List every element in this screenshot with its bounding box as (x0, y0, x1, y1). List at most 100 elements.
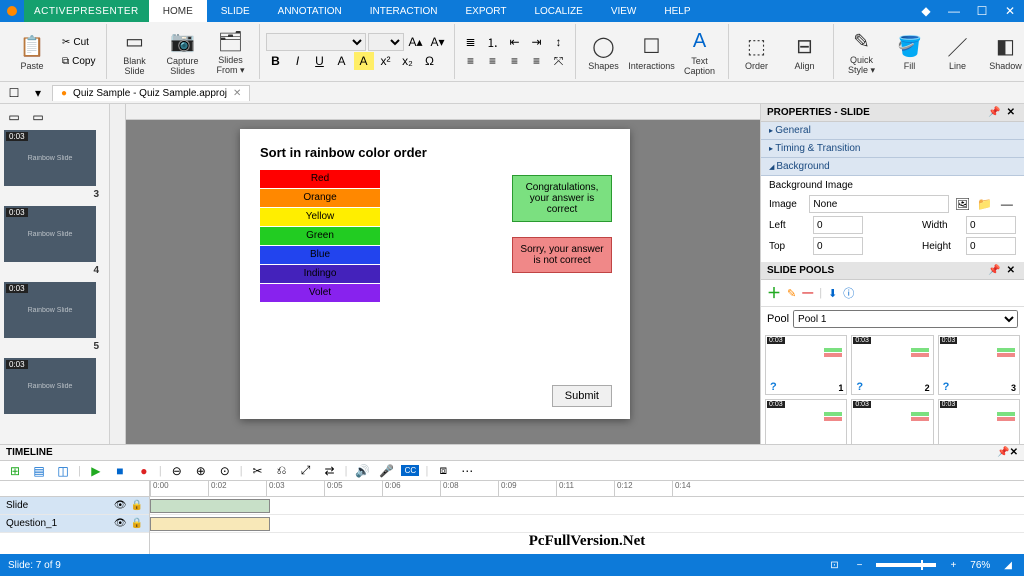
menu-view[interactable]: VIEW (597, 0, 651, 22)
interactions-button[interactable]: ☐Interactions (630, 26, 674, 78)
snap-icon[interactable]: ⧈ (434, 463, 452, 478)
browse-image-icon[interactable]: 🖼 (953, 195, 971, 213)
color-item[interactable]: Green (260, 227, 380, 245)
close-panel-icon[interactable]: ✕ (1004, 107, 1018, 118)
shadow-button[interactable]: ◧Shadow (984, 26, 1024, 78)
section-background[interactable]: Background (761, 158, 1024, 176)
text-caption-button[interactable]: AText Caption (678, 26, 722, 78)
width-input[interactable] (966, 216, 1016, 234)
slides-from-button[interactable]: 🗂Slides From ▾ (209, 26, 253, 78)
fit-icon[interactable]: ⊡ (826, 560, 842, 571)
close-panel-icon[interactable]: ✕ (1004, 265, 1018, 276)
slide-clip[interactable] (150, 499, 270, 513)
zoom-in-icon[interactable]: + (946, 560, 960, 571)
slide-title[interactable]: Sort in rainbow color order (260, 145, 610, 160)
image-input[interactable] (809, 195, 949, 213)
color-item[interactable]: Blue (260, 246, 380, 264)
add-pool-icon[interactable]: ＋ (767, 283, 781, 303)
slide-thumb[interactable]: 0:03Rainbow Slide (4, 282, 96, 338)
font-family-select[interactable] (266, 33, 366, 51)
menu-export[interactable]: EXPORT (452, 0, 521, 22)
pool-thumb[interactable]: 0:03 ?3 (938, 335, 1020, 395)
feedback-incorrect[interactable]: Sorry, your answer is not correct (512, 237, 612, 273)
lock-icon[interactable]: 🔒 (131, 500, 143, 511)
slide-thumb[interactable]: 0:03Rainbow Slide (4, 130, 96, 186)
mic-icon[interactable]: 🎤 (377, 464, 395, 478)
justify-icon[interactable]: ≡ (527, 52, 547, 70)
color-item[interactable]: Indingo (260, 265, 380, 283)
import-image-icon[interactable]: 📁 (976, 195, 994, 213)
slide-thumb[interactable]: 0:03Rainbow Slide (4, 358, 96, 414)
indent-icon[interactable]: ⇥ (527, 33, 547, 51)
section-general[interactable]: General (761, 122, 1024, 140)
menu-home[interactable]: HOME (149, 0, 207, 22)
style-toggle-icon[interactable]: ◆ (912, 0, 940, 22)
shapes-button[interactable]: ◯Shapes (582, 26, 626, 78)
menu-interaction[interactable]: INTERACTION (356, 0, 452, 22)
pool-thumb[interactable]: 0:03 ?1 (765, 335, 847, 395)
play-icon[interactable]: ▶ (87, 464, 105, 478)
outdent-icon[interactable]: ⇤ (505, 33, 525, 51)
valign-icon[interactable]: ⤧ (549, 52, 569, 70)
tool3-icon[interactable]: ⇄ (321, 464, 339, 478)
top-input[interactable] (813, 237, 863, 255)
align-button[interactable]: ⊟Align (783, 26, 827, 78)
section-timing[interactable]: Timing & Transition (761, 140, 1024, 158)
subscript-icon[interactable]: x₂ (398, 52, 418, 70)
submit-button[interactable]: Submit (552, 385, 612, 407)
tl-layers-icon[interactable]: ▤ (30, 464, 48, 478)
eye-icon[interactable]: 👁 (114, 500, 127, 511)
pin-icon[interactable]: 📌 (985, 265, 1003, 276)
menu-help[interactable]: HELP (650, 0, 704, 22)
line-spacing-icon[interactable]: ↕ (549, 33, 569, 51)
blank-slide-button[interactable]: ▭Blank Slide (113, 26, 157, 78)
close-panel-icon[interactable]: ✕ (1010, 447, 1018, 458)
track-question[interactable]: Question_1👁🔒 (0, 515, 149, 533)
slide-thumb[interactable]: 0:03Rainbow Slide (4, 206, 96, 262)
align-center-icon[interactable]: ≡ (483, 52, 503, 70)
line-button[interactable]: ／Line (936, 26, 980, 78)
feedback-correct[interactable]: Congratulations, your answer is correct (512, 175, 612, 222)
fill-button[interactable]: 🪣Fill (888, 26, 932, 78)
delete-pool-icon[interactable]: — (802, 287, 813, 299)
import-pool-icon[interactable]: ⬇ (828, 287, 837, 300)
order-button[interactable]: ⬚Order (735, 26, 779, 78)
color-item[interactable]: Yellow (260, 208, 380, 226)
track-slide[interactable]: Slide👁🔒 (0, 497, 149, 515)
split-icon[interactable]: ✂ (249, 464, 267, 478)
italic-icon[interactable]: I (288, 52, 308, 70)
document-tab[interactable]: ● Quiz Sample - Quiz Sample.approj ✕ (52, 85, 250, 101)
menu-slide[interactable]: SLIDE (207, 0, 264, 22)
lock-icon[interactable]: 🔒 (131, 518, 143, 529)
menu-annotation[interactable]: ANNOTATION (264, 0, 356, 22)
left-input[interactable] (813, 216, 863, 234)
color-item[interactable]: Orange (260, 189, 380, 207)
zoom-out-icon[interactable]: − (853, 560, 867, 571)
pin-icon[interactable]: 📌 (985, 107, 1003, 118)
zoom-in-icon[interactable]: ⊕ (192, 464, 210, 478)
pin-icon[interactable]: 📌 (997, 447, 1009, 458)
eye-icon[interactable]: 👁 (114, 518, 127, 529)
paste-button[interactable]: 📋Paste (10, 26, 54, 78)
tool1-icon[interactable]: ⎌ (273, 463, 291, 478)
numbering-icon[interactable]: ⒈ (483, 33, 503, 51)
highlight-icon[interactable]: A (354, 52, 374, 70)
pool-thumb[interactable]: 0:03 ?2 (851, 335, 933, 395)
color-item[interactable]: Volet (260, 284, 380, 302)
bullets-icon[interactable]: ≣ (461, 33, 481, 51)
edit-pool-icon[interactable]: ✎ (787, 287, 796, 300)
shrink-font-icon[interactable]: A▾ (428, 33, 448, 51)
bold-icon[interactable]: B (266, 52, 286, 70)
cc-icon[interactable]: CC (401, 465, 419, 476)
font-size-select[interactable] (368, 33, 404, 51)
color-item[interactable]: Red (260, 170, 380, 188)
close-tab-icon[interactable]: ✕ (233, 88, 241, 99)
pool-select[interactable]: Pool 1 (793, 310, 1018, 328)
doc-dropdown-icon[interactable]: ▾ (28, 84, 48, 102)
question-clip[interactable] (150, 517, 270, 531)
tl-range-icon[interactable]: ◫ (54, 464, 72, 478)
capture-slides-button[interactable]: 📷Capture Slides (161, 26, 205, 78)
tl-add-icon[interactable]: ⊞ (6, 464, 24, 478)
equation-icon[interactable]: Ω (420, 52, 440, 70)
canvas-area[interactable]: Sort in rainbow color order RedOrangeYel… (110, 104, 760, 444)
